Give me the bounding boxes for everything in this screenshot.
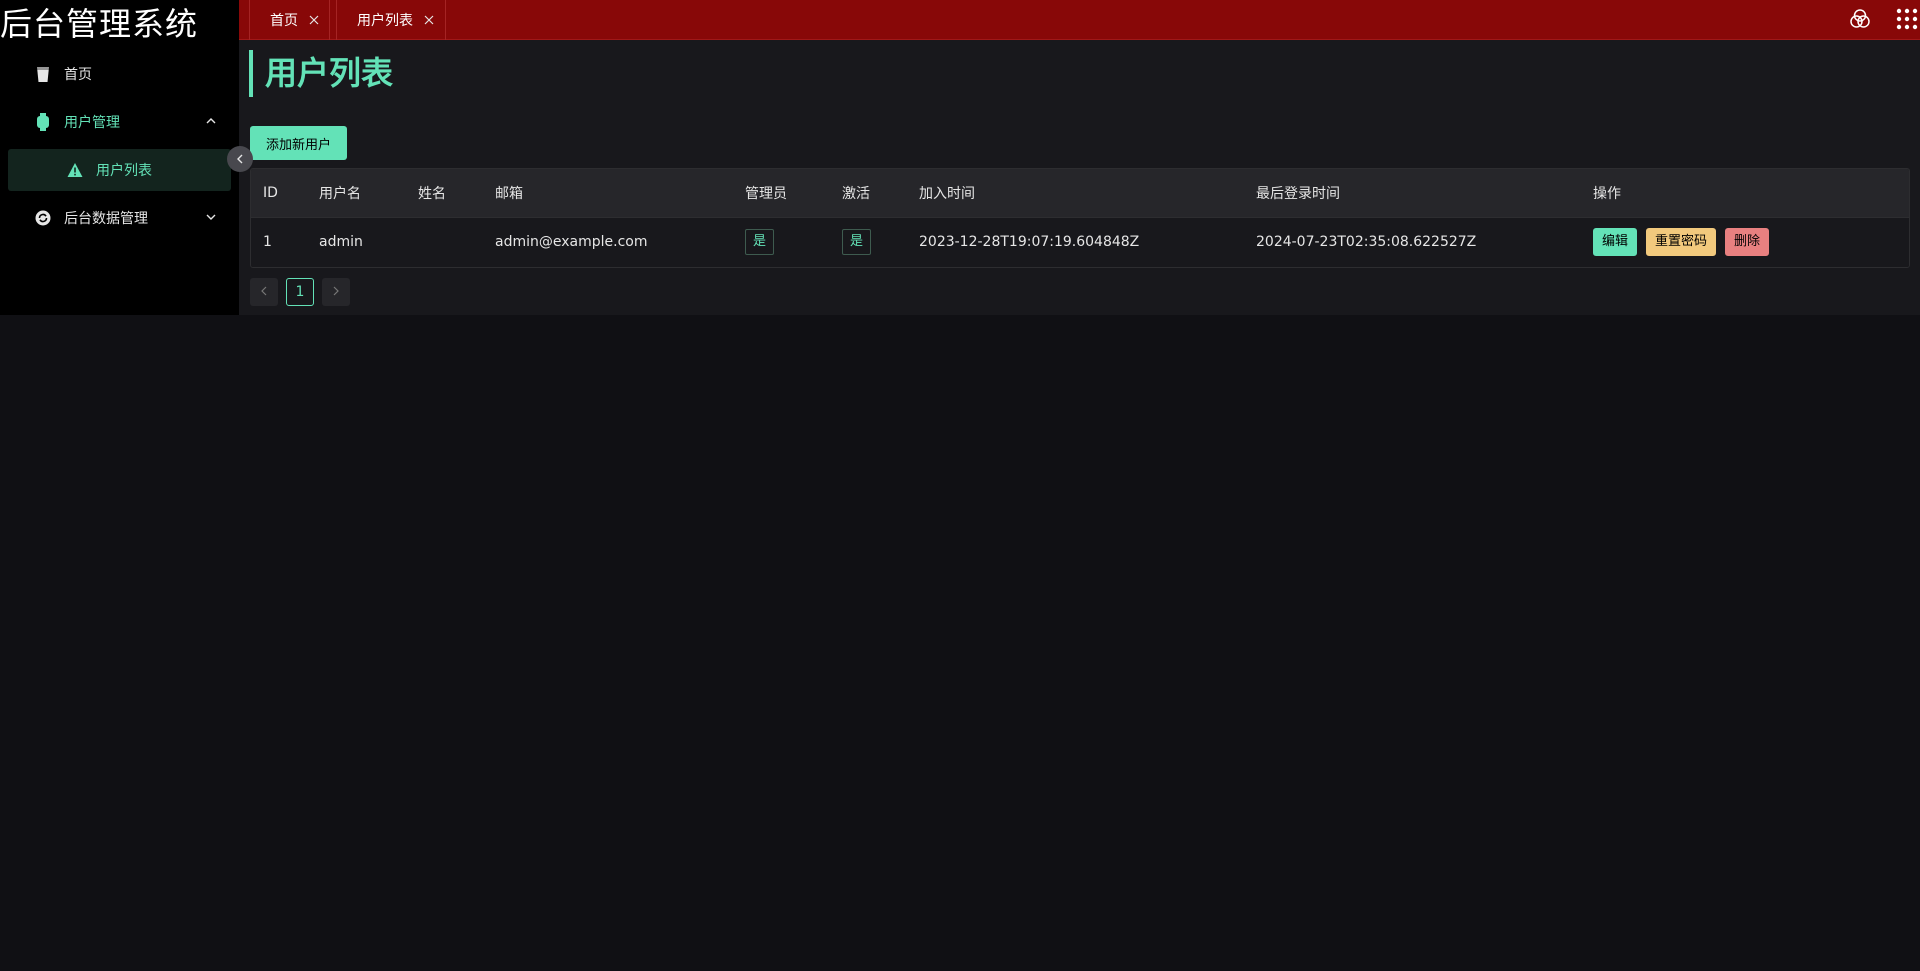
tab-user-list[interactable]: 用户列表 [336, 0, 446, 40]
close-icon[interactable] [423, 14, 435, 26]
sidebar-item-user-list[interactable]: 用户列表 [8, 149, 231, 191]
admin-tag: 是 [745, 229, 775, 256]
page-number-button[interactable]: 1 [286, 278, 314, 306]
sidebar-item-user-management[interactable]: 用户管理 [8, 101, 231, 143]
chevron-down-icon [205, 211, 217, 223]
sidebar-item-data-management[interactable]: 后台数据管理 [8, 197, 231, 239]
column-header-name: 姓名 [406, 169, 483, 218]
table-row: 1 admin admin@example.com 是 是 2023-12-28… [251, 217, 1909, 267]
column-header-actions: 操作 [1581, 169, 1909, 218]
active-tag: 是 [842, 229, 872, 256]
cell-active: 是 [830, 217, 907, 267]
tab-bar: 首页 用户列表 [239, 0, 1920, 40]
table-header-row: ID 用户名 姓名 邮箱 管理员 激活 加入时间 最后登录时间 操作 [251, 169, 1909, 218]
cell-email: admin@example.com [495, 234, 648, 251]
edit-button[interactable]: 编辑 [1593, 228, 1638, 257]
chevron-up-icon [205, 115, 217, 127]
column-header-email: 邮箱 [483, 169, 733, 218]
page-title: 用户列表 [249, 50, 393, 97]
column-header-last-login: 最后登录时间 [1244, 169, 1581, 218]
column-header-active: 激活 [830, 169, 907, 218]
column-header-admin: 管理员 [733, 169, 830, 218]
chevron-left-icon [234, 150, 246, 169]
cell-actions: 编辑 重置密码 删除 [1581, 217, 1909, 267]
tab-label: 用户列表 [357, 13, 413, 29]
column-header-id: ID [251, 169, 307, 218]
sync-icon [34, 209, 52, 227]
chevron-right-icon [331, 284, 341, 300]
delete-button[interactable]: 删除 [1725, 228, 1770, 257]
users-table: ID 用户名 姓名 邮箱 管理员 激活 加入时间 最后登录时间 操作 1 adm… [250, 168, 1910, 268]
column-header-username: 用户名 [307, 169, 406, 218]
close-icon[interactable] [308, 14, 320, 26]
theme-icon[interactable] [1847, 6, 1873, 32]
tab-home[interactable]: 首页 [249, 0, 330, 40]
cell-id: 1 [263, 234, 272, 251]
cup-icon [34, 65, 52, 83]
sidebar-collapse-button[interactable] [227, 146, 253, 172]
sidebar: 后台管理系统 首页 用户管理 用户列表 后台数据管理 [0, 0, 239, 315]
cell-joined: 2023-12-28T19:07:19.604848Z [919, 234, 1140, 251]
add-user-button[interactable]: 添加新用户 [250, 126, 347, 160]
sidebar-item-label: 首页 [64, 67, 92, 83]
sidebar-item-label: 用户管理 [64, 115, 120, 131]
sidebar-item-home[interactable]: 首页 [8, 53, 231, 95]
prev-page-button[interactable] [250, 278, 278, 306]
apps-grid-icon[interactable] [1894, 6, 1920, 32]
cell-name [406, 217, 483, 267]
pagination: 1 [250, 278, 350, 306]
chevron-left-icon [259, 284, 269, 300]
sidebar-item-label: 用户列表 [96, 163, 152, 179]
warning-icon [66, 161, 84, 179]
watch-icon [34, 113, 52, 131]
sidebar-item-label: 后台数据管理 [64, 211, 148, 227]
tab-label: 首页 [270, 13, 298, 29]
cell-admin: 是 [733, 217, 830, 267]
main-content: 用户列表 添加新用户 ID 用户名 姓名 邮箱 管理员 激活 加入时间 最后登录… [239, 40, 1920, 315]
column-header-joined: 加入时间 [907, 169, 1244, 218]
cell-last-login: 2024-07-23T02:35:08.622527Z [1256, 234, 1477, 251]
reset-password-button[interactable]: 重置密码 [1646, 228, 1717, 257]
next-page-button[interactable] [322, 278, 350, 306]
cell-username: admin [319, 234, 363, 251]
brand-title: 后台管理系统 [0, 5, 199, 43]
